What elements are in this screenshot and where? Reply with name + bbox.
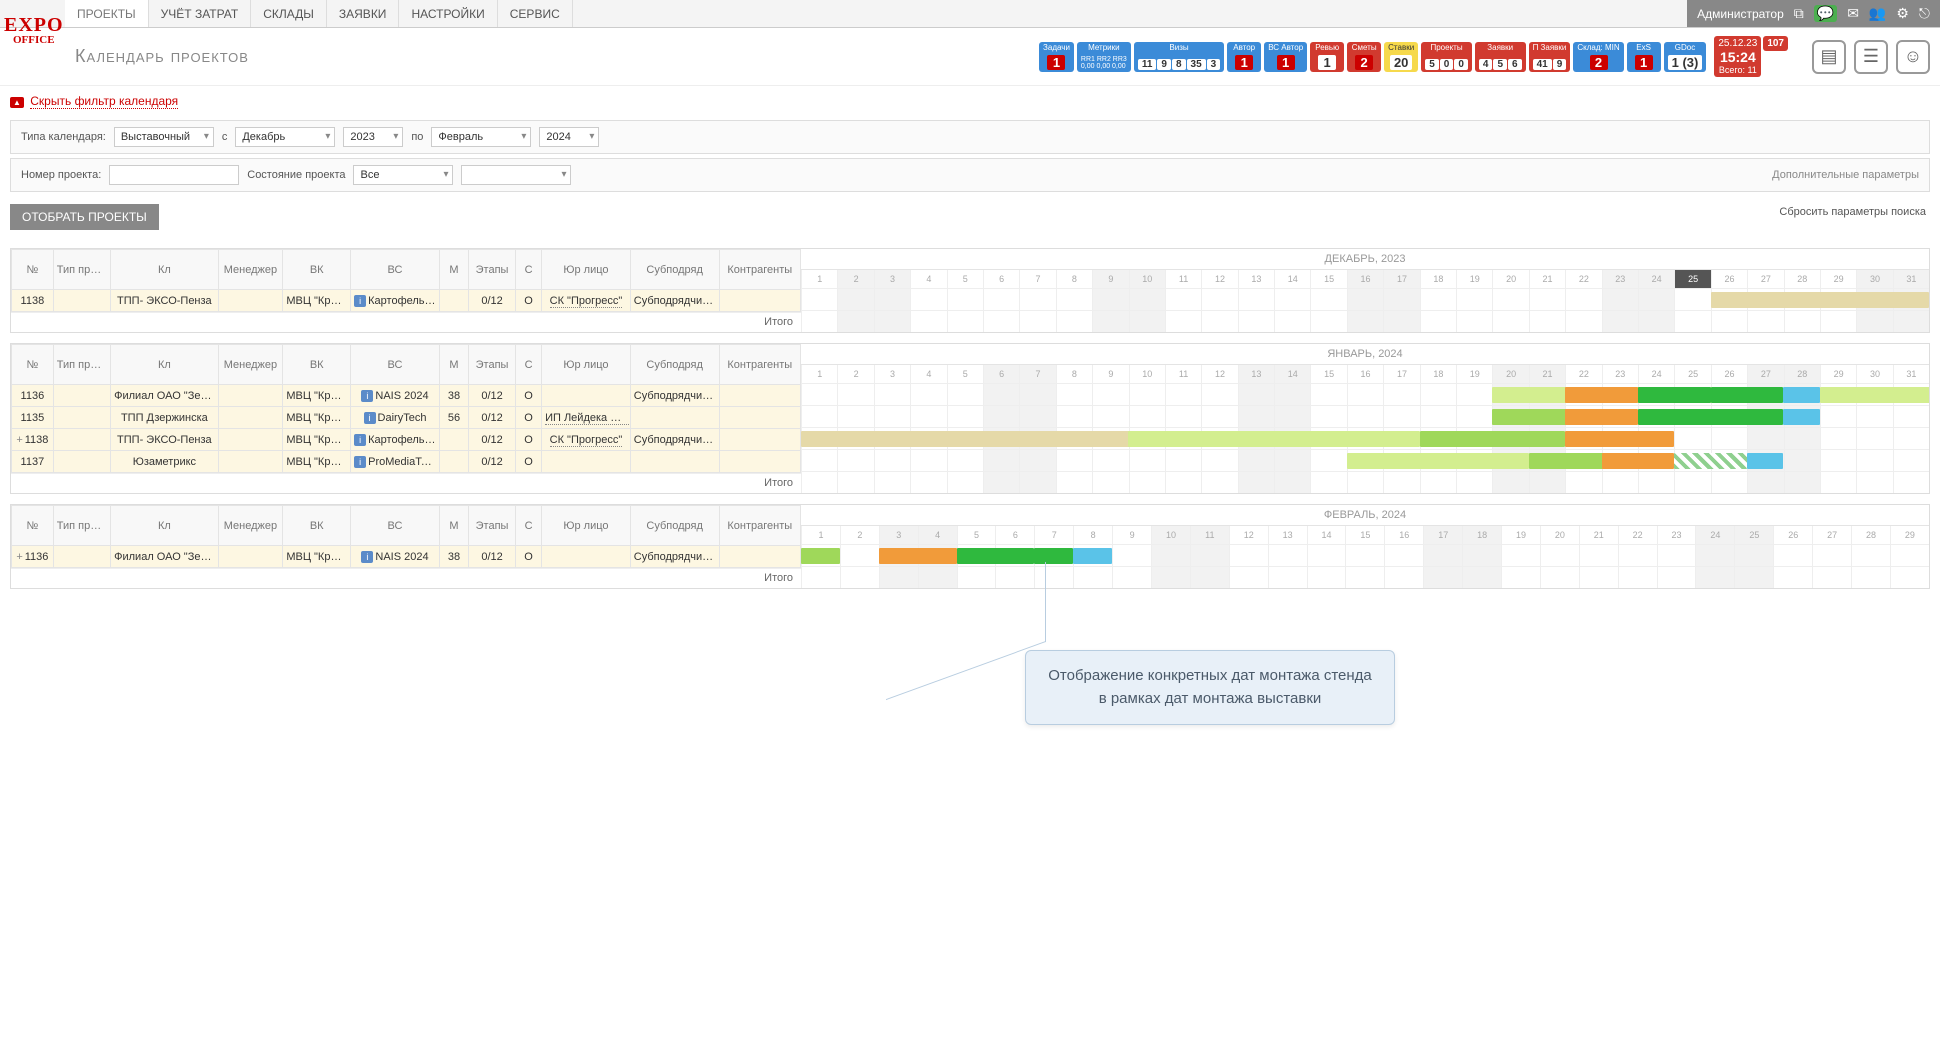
- gear-icon[interactable]: ⚙: [1896, 5, 1909, 22]
- nav-item-2[interactable]: СКЛАДЫ: [251, 0, 327, 27]
- view-list-button[interactable]: ☰: [1854, 40, 1888, 74]
- gantt-row: [801, 449, 1929, 471]
- nav-item-1[interactable]: УЧЁТ ЗАТРАТ: [149, 0, 252, 27]
- project-num-label: Номер проекта:: [21, 169, 101, 181]
- nav-item-0[interactable]: ПРОЕКТЫ: [65, 0, 149, 27]
- chat-icon[interactable]: 💬: [1814, 5, 1837, 22]
- filter-toggle-link[interactable]: Скрыть фильтр календаря: [30, 94, 178, 109]
- gantt-row: [801, 405, 1929, 427]
- month-block: №Тип проектаКлМенеджерВКВСМЭтапыСЮр лицо…: [10, 504, 1930, 589]
- table-row[interactable]: 1136Филиал ОАО "Зем...МВЦ "Кроку...iNAIS…: [12, 546, 801, 568]
- widget-Заявки[interactable]: Заявки456: [1475, 42, 1526, 72]
- project-state-select[interactable]: Все: [353, 165, 453, 185]
- layout-icon[interactable]: ⧉: [1794, 5, 1804, 22]
- month-block: №Тип проектаКлМенеджерВКВСМЭтапыСЮр лицо…: [10, 248, 1930, 333]
- to-year-select[interactable]: 2024: [539, 127, 599, 147]
- admin-label: Администратор: [1697, 7, 1784, 21]
- top-bar: ПРОЕКТЫУЧЁТ ЗАТРАТСКЛАДЫЗАЯВКИНАСТРОЙКИС…: [0, 0, 1940, 28]
- annotation-callout: Отображение конкретных дат монтажа стенд…: [1025, 650, 1395, 725]
- from-label: с: [222, 131, 228, 143]
- widget-ВС Автор[interactable]: ВС Автор1: [1264, 42, 1307, 72]
- table-row[interactable]: 1138ТПП- ЭКСО-ПензаМВЦ "Кроку...iКартофе…: [12, 290, 801, 312]
- widget-GDoc[interactable]: GDoc1 (3): [1664, 42, 1707, 72]
- view-user-button[interactable]: ☺: [1896, 40, 1930, 74]
- to-month-select[interactable]: Февраль: [431, 127, 531, 147]
- project-state-label: Состояние проекта: [247, 169, 345, 181]
- extra-params-link[interactable]: Дополнительные параметры: [1772, 169, 1919, 181]
- gantt-row: [801, 288, 1929, 310]
- widget-Задачи[interactable]: Задачи1: [1039, 42, 1074, 72]
- nav-item-4[interactable]: НАСТРОЙКИ: [399, 0, 497, 27]
- widget-Визы[interactable]: Визы1198353: [1134, 42, 1224, 72]
- view-calendar-button[interactable]: ▤: [1812, 40, 1846, 74]
- logo: EXPO OFFICE: [4, 15, 64, 46]
- widget-Метрики[interactable]: МетрикиRR1 RR2 RR3 0,00 0,00 0,00: [1077, 42, 1131, 72]
- collapse-arrow-icon[interactable]: ▲: [10, 97, 24, 108]
- filter-row-2: Номер проекта: Состояние проекта Все Доп…: [10, 158, 1930, 192]
- from-year-select[interactable]: 2023: [343, 127, 403, 147]
- topbar-right: Администратор ⧉ 💬 ✉ 👥 ⚙ ⎋: [1687, 0, 1940, 27]
- extra-select[interactable]: [461, 165, 571, 185]
- gantt-row: [801, 544, 1929, 566]
- table-row[interactable]: 1135ТПП ДзержинскаМВЦ "Кроку...iDairyTec…: [12, 407, 801, 429]
- nav-item-3[interactable]: ЗАЯВКИ: [327, 0, 400, 27]
- page-title: Календарь проектов: [75, 46, 1031, 67]
- filter-row-1: Типа календаря: Выставочный с Декабрь 20…: [10, 120, 1930, 154]
- nav-item-5[interactable]: СЕРВИС: [498, 0, 573, 27]
- logout-icon[interactable]: ⎋: [1919, 5, 1930, 22]
- clock-widget: 25.12.2315:24 Всего: 11 107: [1714, 36, 1788, 77]
- widget-Склад: MIN[interactable]: Склад: MIN2: [1573, 42, 1623, 72]
- gantt-row: [801, 383, 1929, 405]
- table-row[interactable]: 1137ЮзаметриксМВЦ "Кроку...iProMediaTe..…: [12, 451, 801, 473]
- month-block: №Тип проектаКлМенеджерВКВСМЭтапыСЮр лицо…: [10, 343, 1930, 494]
- filter-apply-button[interactable]: ОТОБРАТЬ ПРОЕКТЫ: [10, 204, 159, 230]
- gantt-row: [801, 427, 1929, 449]
- widget-Проекты[interactable]: Проекты500: [1421, 42, 1472, 72]
- project-number-input[interactable]: [109, 165, 239, 185]
- header-row: Календарь проектов Задачи1МетрикиRR1 RR2…: [0, 28, 1940, 86]
- widget-Сметы[interactable]: Сметы2: [1347, 42, 1381, 72]
- users-icon[interactable]: 👥: [1869, 5, 1886, 22]
- widget-П Заявки[interactable]: П Заявки419: [1529, 42, 1571, 72]
- table-row[interactable]: 1136Филиал ОАО "Зем...МВЦ "Кроку...iNAIS…: [12, 385, 801, 407]
- from-month-select[interactable]: Декабрь: [235, 127, 335, 147]
- widget-strip: Задачи1МетрикиRR1 RR2 RR3 0,00 0,00 0,00…: [1039, 42, 1706, 72]
- mail-icon[interactable]: ✉: [1847, 5, 1859, 22]
- table-row[interactable]: 1138ТПП- ЭКСО-ПензаМВЦ "Кроку...iКартофе…: [12, 429, 801, 451]
- filter-reset-link[interactable]: Сбросить параметры поиска: [1779, 206, 1926, 218]
- calendar-type-select[interactable]: Выставочный: [114, 127, 214, 147]
- to-label: по: [411, 131, 423, 143]
- widget-Ревью[interactable]: Ревью1: [1310, 42, 1344, 72]
- widget-Автор[interactable]: Автор1: [1227, 42, 1261, 72]
- widget-ExS[interactable]: ExS1: [1627, 42, 1661, 72]
- widget-Ставки[interactable]: Ставки20: [1384, 42, 1418, 72]
- main-nav: ПРОЕКТЫУЧЁТ ЗАТРАТСКЛАДЫЗАЯВКИНАСТРОЙКИС…: [65, 0, 573, 27]
- filter-type-label: Типа календаря:: [21, 131, 106, 143]
